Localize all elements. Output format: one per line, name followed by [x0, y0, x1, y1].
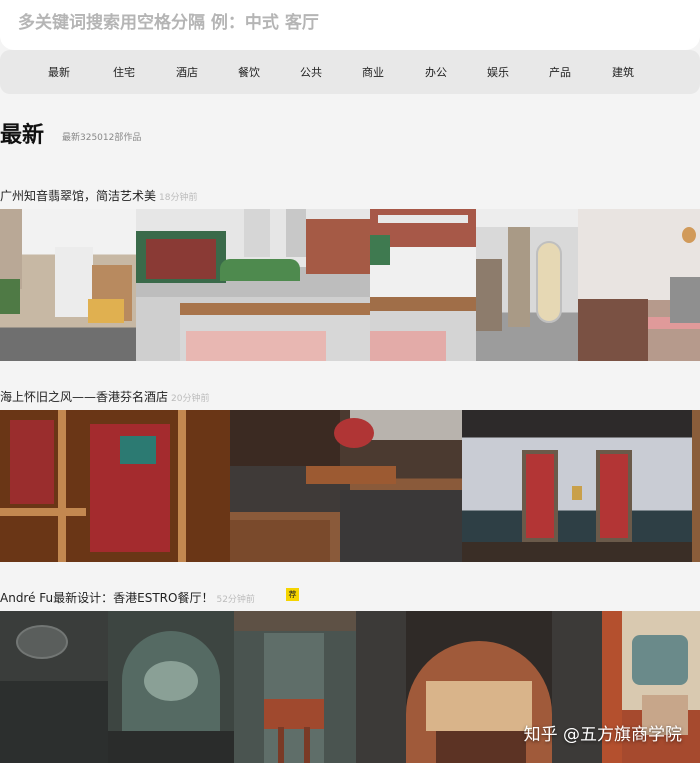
project-photo[interactable]	[230, 410, 462, 562]
project-photo[interactable]	[370, 209, 476, 361]
nav-item-product[interactable]: 产品	[549, 64, 571, 80]
project-title[interactable]: André Fu最新设计：香港ESTRO餐厅！ 52分钟前	[0, 589, 255, 606]
nav-item-hotel[interactable]: 酒店	[176, 64, 198, 80]
project-title-text: André Fu最新设计：香港ESTRO餐厅！	[0, 591, 214, 605]
project-photo[interactable]	[0, 410, 230, 562]
nav-item-commercial[interactable]: 商业	[362, 64, 384, 80]
project-photo[interactable]	[234, 611, 356, 763]
nav-item-architecture[interactable]: 建筑	[612, 64, 634, 80]
project-title[interactable]: 海上怀旧之风——香港芬名酒店 20分钟前	[0, 388, 209, 405]
nav-item-office[interactable]: 办公	[425, 64, 447, 80]
category-nav: 最新 住宅 酒店 餐饮 公共 商业 办公 娱乐 产品 建筑	[0, 50, 700, 94]
nav-item-entertainment[interactable]: 娱乐	[487, 64, 509, 80]
project-photo[interactable]	[0, 611, 108, 763]
project-time: 18分钟前	[159, 193, 198, 203]
nav-item-latest[interactable]: 最新	[48, 64, 70, 80]
project-time: 20分钟前	[171, 394, 210, 404]
project-photo[interactable]	[476, 209, 578, 361]
project-photo[interactable]	[136, 209, 370, 361]
recommended-badge: 荐	[286, 588, 299, 601]
project-photo[interactable]	[578, 209, 700, 361]
nav-item-residential[interactable]: 住宅	[113, 64, 135, 80]
search-bar	[0, 0, 700, 50]
project-title[interactable]: 广州知音翡翠馆，简洁艺术美 18分钟前	[0, 187, 197, 204]
project-photo[interactable]	[462, 410, 692, 562]
section-title: 最新	[0, 123, 45, 148]
zhihu-watermark: 知乎 @五方旗商学院	[523, 725, 682, 745]
project-time: 52分钟前	[216, 595, 255, 605]
search-input[interactable]	[18, 8, 678, 38]
project-photo[interactable]	[0, 209, 136, 361]
project-title-text: 海上怀旧之风——香港芬名酒店	[0, 390, 169, 404]
project-title-text: 广州知音翡翠馆，简洁艺术美	[0, 189, 157, 203]
project-photo[interactable]	[692, 410, 700, 562]
nav-item-dining[interactable]: 餐饮	[238, 64, 260, 80]
project-photo[interactable]	[108, 611, 234, 763]
nav-item-public[interactable]: 公共	[300, 64, 322, 80]
section-count: 最新325012部作品	[62, 133, 142, 143]
